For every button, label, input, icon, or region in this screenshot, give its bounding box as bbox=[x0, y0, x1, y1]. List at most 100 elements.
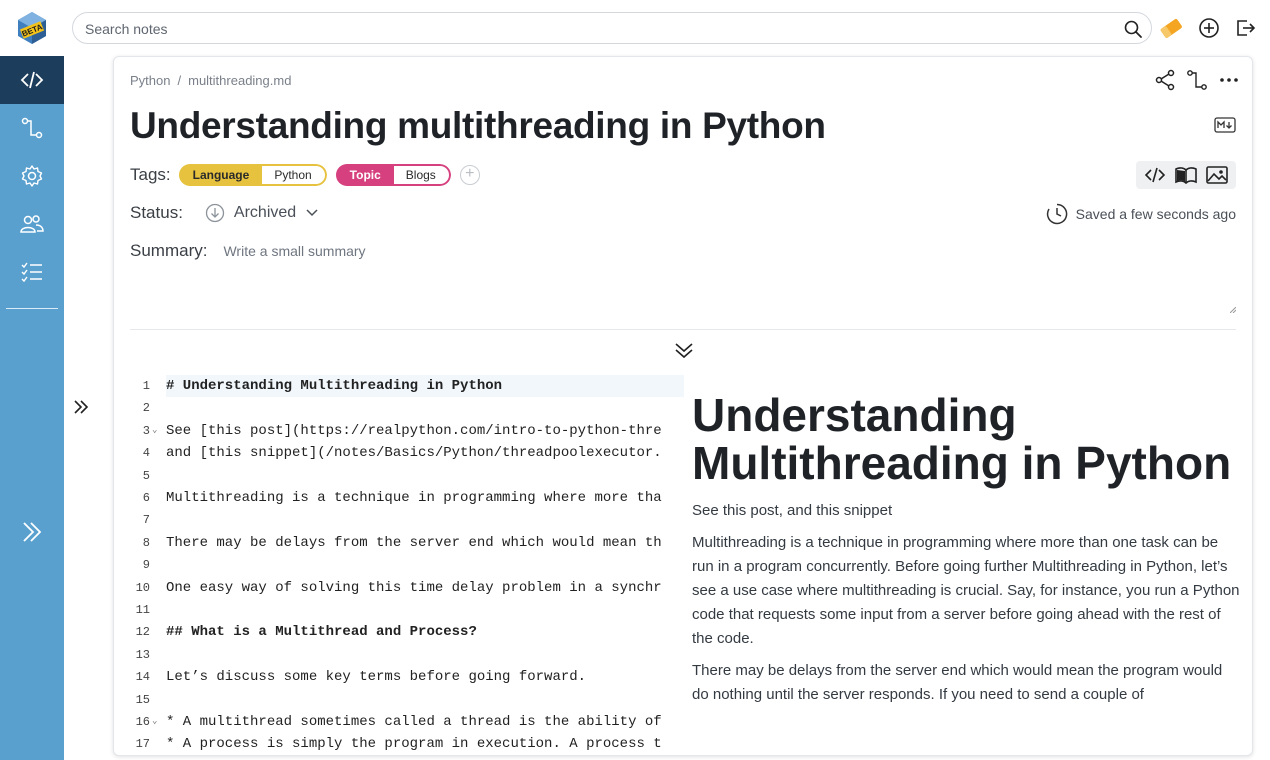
double-chevron-right-icon bbox=[74, 400, 89, 414]
code-icon bbox=[1145, 167, 1166, 183]
markdown-editor[interactable]: 1 # Understanding Multithreading in Pytho… bbox=[130, 375, 684, 755]
sidebar-item-code[interactable] bbox=[0, 56, 64, 104]
code-line[interactable]: One easy way of solving this time delay … bbox=[166, 577, 684, 599]
resize-handle[interactable] bbox=[1230, 307, 1236, 313]
sidebar-item-graph[interactable] bbox=[0, 104, 64, 152]
double-chevron-right-icon bbox=[23, 522, 42, 542]
breadcrumb-folder[interactable]: Python bbox=[130, 73, 170, 88]
more-icon bbox=[1220, 78, 1238, 82]
search-icon[interactable] bbox=[1123, 19, 1143, 39]
fold-toggle-icon[interactable]: ⌄ bbox=[152, 716, 157, 726]
code-line[interactable] bbox=[166, 465, 684, 487]
saved-text: Saved a few seconds ago bbox=[1075, 206, 1236, 222]
markdown-icon[interactable] bbox=[1214, 117, 1236, 133]
line-number: 5 bbox=[142, 468, 150, 483]
expand-metadata-button[interactable] bbox=[672, 341, 696, 361]
status-value: Archived bbox=[233, 204, 297, 221]
tags-row: Tags: Language Python Topic Blogs + bbox=[130, 163, 480, 187]
graph-icon bbox=[21, 117, 43, 139]
line-number: 1 bbox=[142, 379, 150, 393]
preview-paragraph: Multithreading is a technique in program… bbox=[692, 534, 1240, 647]
code-line[interactable]: # Understanding Multithreading in Python bbox=[166, 375, 684, 397]
users-icon bbox=[20, 215, 44, 233]
sidebar-expand-button[interactable] bbox=[0, 508, 64, 556]
sidebar-item-users[interactable] bbox=[0, 200, 64, 248]
line-number: 7 bbox=[142, 513, 150, 528]
code-line[interactable]: There may be delays from the server end … bbox=[166, 532, 684, 554]
line-number: 9 bbox=[142, 558, 150, 573]
eraser-icon[interactable] bbox=[1158, 16, 1182, 40]
logout-icon[interactable] bbox=[1233, 16, 1257, 40]
code-line[interactable]: See [this post](https://realpython.com/i… bbox=[166, 420, 684, 442]
code-line[interactable]: Multithreading is a technique in program… bbox=[166, 487, 684, 509]
image-icon bbox=[1205, 166, 1228, 184]
code-line[interactable]: * A multithread sometimes called a threa… bbox=[166, 711, 684, 733]
tag-value: Python bbox=[262, 164, 327, 186]
search-input[interactable] bbox=[85, 19, 1085, 39]
view-preview-button[interactable] bbox=[1205, 164, 1228, 186]
line-number: 3 bbox=[142, 423, 150, 438]
share-button[interactable] bbox=[1154, 69, 1176, 91]
tag-value: Blogs bbox=[393, 164, 451, 186]
add-note-icon[interactable] bbox=[1197, 16, 1221, 40]
line-number: 14 bbox=[135, 670, 150, 685]
code-line[interactable] bbox=[166, 397, 684, 419]
view-split-button[interactable] bbox=[1175, 164, 1197, 186]
graph-button[interactable] bbox=[1186, 69, 1208, 91]
fold-toggle-icon[interactable]: ⌄ bbox=[152, 425, 157, 435]
preview-heading: Understanding Multithreading in Python bbox=[692, 391, 1232, 489]
add-tag-button[interactable]: + bbox=[459, 165, 480, 185]
double-chevron-down-icon bbox=[675, 343, 693, 359]
status-label: Status: bbox=[130, 203, 183, 222]
top-bar: BETA bbox=[0, 0, 1270, 56]
code-line[interactable] bbox=[166, 554, 684, 576]
code-line[interactable]: ## What is a Multithread and Process? bbox=[166, 621, 684, 643]
summary-row: Summary: bbox=[130, 241, 824, 261]
code-line[interactable]: * A process is simply the program in exe… bbox=[166, 733, 684, 755]
code-line[interactable] bbox=[166, 689, 684, 711]
share-icon bbox=[1155, 69, 1175, 91]
preview-paragraph: There may be delays from the server end … bbox=[692, 662, 1223, 703]
preview-paragraph: See this post, and this snippet bbox=[692, 502, 893, 519]
line-number: 2 bbox=[142, 401, 150, 416]
tag-key: Topic bbox=[335, 164, 394, 186]
code-line[interactable] bbox=[166, 599, 684, 621]
code-line[interactable] bbox=[166, 644, 684, 666]
markdown-preview: Understanding Multithreading in Python S… bbox=[692, 391, 1240, 755]
line-number: 13 bbox=[135, 647, 150, 662]
left-sidebar bbox=[0, 56, 64, 760]
breadcrumb-file[interactable]: multithreading.md bbox=[188, 73, 291, 88]
line-number: 11 bbox=[135, 603, 150, 617]
view-code-button[interactable] bbox=[1144, 164, 1166, 186]
note-toolbar bbox=[1154, 69, 1240, 91]
line-number: 4 bbox=[142, 446, 150, 461]
line-number: 6 bbox=[142, 491, 150, 505]
code-line[interactable]: and [this snippet](/notes/Basics/Python/… bbox=[166, 442, 684, 464]
tag-key: Language bbox=[178, 164, 263, 186]
app-logo[interactable]: BETA bbox=[14, 10, 50, 46]
tag-topic[interactable]: Topic Blogs bbox=[335, 164, 451, 186]
search-bar bbox=[72, 12, 1152, 44]
tag-language[interactable]: Language Python bbox=[178, 164, 327, 186]
summary-input[interactable] bbox=[223, 243, 824, 259]
chevron-down-icon bbox=[306, 209, 318, 217]
sidebar-item-settings[interactable] bbox=[0, 152, 64, 200]
line-number: 16 bbox=[135, 715, 150, 729]
code-line[interactable]: Let’s discuss some key terms before goin… bbox=[166, 666, 684, 688]
checklist-icon bbox=[21, 262, 42, 283]
code-line[interactable] bbox=[166, 509, 684, 531]
graph-icon bbox=[1187, 70, 1207, 90]
status-dropdown[interactable]: Archived bbox=[197, 203, 320, 223]
tags-label: Tags: bbox=[130, 165, 171, 184]
status-row: Status: Archived bbox=[130, 201, 320, 225]
sidebar-item-checklist[interactable] bbox=[0, 248, 64, 296]
collapse-panel-button[interactable] bbox=[72, 398, 90, 416]
more-button[interactable] bbox=[1218, 69, 1240, 91]
book-icon bbox=[1175, 167, 1197, 184]
clock-icon bbox=[1046, 203, 1067, 225]
archive-status-icon bbox=[205, 203, 225, 223]
note-title[interactable]: Understanding multithreading in Python bbox=[130, 105, 826, 147]
line-number: 17 bbox=[135, 737, 150, 752]
save-status: Saved a few seconds ago bbox=[1046, 203, 1236, 225]
sidebar-divider bbox=[6, 308, 58, 309]
